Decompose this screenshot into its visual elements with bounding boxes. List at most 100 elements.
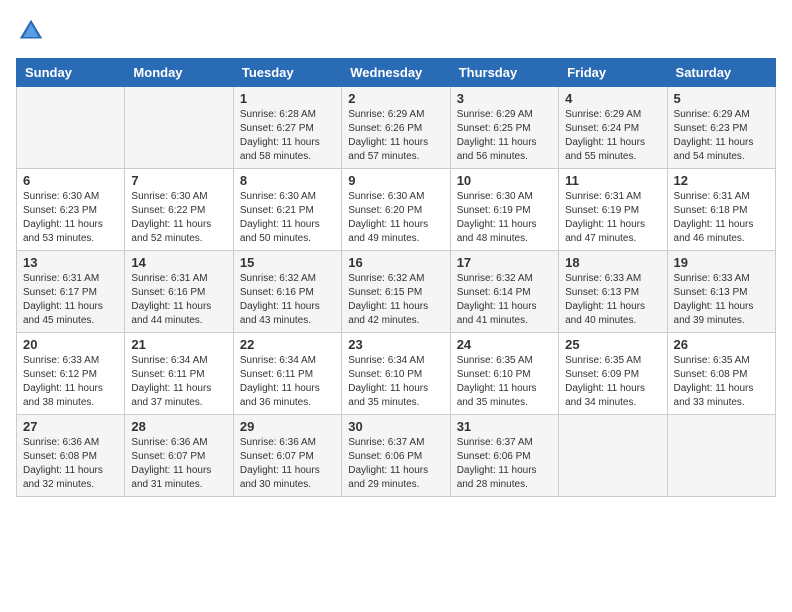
- day-info: Sunrise: 6:30 AM Sunset: 6:19 PM Dayligh…: [457, 190, 552, 246]
- calendar-cell: 19Sunrise: 6:33 AM Sunset: 6:13 PM Dayli…: [667, 251, 775, 333]
- day-info: Sunrise: 6:29 AM Sunset: 6:23 PM Dayligh…: [674, 108, 769, 164]
- day-info: Sunrise: 6:30 AM Sunset: 6:22 PM Dayligh…: [131, 190, 226, 246]
- day-info: Sunrise: 6:34 AM Sunset: 6:10 PM Dayligh…: [348, 354, 443, 410]
- day-info: Sunrise: 6:31 AM Sunset: 6:18 PM Dayligh…: [674, 190, 769, 246]
- day-number: 25: [565, 337, 660, 352]
- calendar-cell: 16 Sunrise: 6:32 AM Sunset: 6:15 PM Dayli…: [342, 251, 450, 333]
- calendar-cell: [667, 415, 775, 497]
- day-number: 4: [565, 91, 660, 106]
- day-info: Sunrise: 6:37 AM Sunset: 6:06 PM Dayligh…: [348, 436, 443, 492]
- day-info: Sunrise: 6:33 AM Sunset: 6:13 PM Dayligh…: [674, 272, 769, 328]
- day-number: 16: [348, 255, 443, 270]
- calendar-cell: [559, 415, 667, 497]
- day-info: Sunrise: 6:32 AM Sunset: 6:16 PM Dayligh…: [240, 272, 335, 328]
- day-number: 14: [131, 255, 226, 270]
- calendar-cell: [17, 87, 125, 169]
- page-header: [16, 16, 776, 46]
- calendar-cell: 7Sunrise: 6:30 AM Sunset: 6:22 PM Daylig…: [125, 169, 233, 251]
- day-info: Sunrise: 6:30 AM Sunset: 6:20 PM Dayligh…: [348, 190, 443, 246]
- day-number: 23: [348, 337, 443, 352]
- day-number: 18: [565, 255, 660, 270]
- calendar-cell: 28 Sunrise: 6:36 AM Sunset: 6:07 PM Dayli…: [125, 415, 233, 497]
- day-info: Sunrise: 6:31 AM Sunset: 6:19 PM Dayligh…: [565, 190, 660, 246]
- calendar-cell: 3 Sunrise: 6:29 AM Sunset: 6:25 PM Daylig…: [450, 87, 558, 169]
- day-number: 27: [23, 419, 118, 434]
- calendar-week-row: 13 Sunrise: 6:31 AM Sunset: 6:17 PM Dayli…: [17, 251, 776, 333]
- day-info: Sunrise: 6:35 AM Sunset: 6:09 PM Dayligh…: [565, 354, 660, 410]
- day-info: Sunrise: 6:29 AM Sunset: 6:26 PM Dayligh…: [348, 108, 443, 164]
- calendar-cell: 8Sunrise: 6:30 AM Sunset: 6:21 PM Daylig…: [233, 169, 341, 251]
- calendar-cell: 13 Sunrise: 6:31 AM Sunset: 6:17 PM Dayli…: [17, 251, 125, 333]
- day-info: Sunrise: 6:35 AM Sunset: 6:10 PM Dayligh…: [457, 354, 552, 410]
- calendar-cell: 15 Sunrise: 6:32 AM Sunset: 6:16 PM Dayli…: [233, 251, 341, 333]
- calendar-cell: 14 Sunrise: 6:31 AM Sunset: 6:16 PM Dayli…: [125, 251, 233, 333]
- calendar-cell: 2 Sunrise: 6:29 AM Sunset: 6:26 PM Daylig…: [342, 87, 450, 169]
- calendar-header-row: SundayMondayTuesdayWednesdayThursdayFrid…: [17, 59, 776, 87]
- calendar-cell: 20 Sunrise: 6:33 AM Sunset: 6:12 PM Dayli…: [17, 333, 125, 415]
- calendar-cell: 6Sunrise: 6:30 AM Sunset: 6:23 PM Daylig…: [17, 169, 125, 251]
- calendar-cell: 18 Sunrise: 6:33 AM Sunset: 6:13 PM Dayli…: [559, 251, 667, 333]
- day-number: 20: [23, 337, 118, 352]
- calendar-cell: 1Sunrise: 6:28 AM Sunset: 6:27 PM Daylig…: [233, 87, 341, 169]
- calendar-cell: 26Sunrise: 6:35 AM Sunset: 6:08 PM Dayli…: [667, 333, 775, 415]
- day-number: 8: [240, 173, 335, 188]
- day-number: 2: [348, 91, 443, 106]
- day-info: Sunrise: 6:37 AM Sunset: 6:06 PM Dayligh…: [457, 436, 552, 492]
- day-number: 26: [674, 337, 769, 352]
- calendar-cell: 25 Sunrise: 6:35 AM Sunset: 6:09 PM Dayli…: [559, 333, 667, 415]
- day-number: 15: [240, 255, 335, 270]
- day-info: Sunrise: 6:31 AM Sunset: 6:16 PM Dayligh…: [131, 272, 226, 328]
- weekday-header: Thursday: [450, 59, 558, 87]
- weekday-header: Tuesday: [233, 59, 341, 87]
- calendar-cell: 12 Sunrise: 6:31 AM Sunset: 6:18 PM Dayli…: [667, 169, 775, 251]
- day-number: 13: [23, 255, 118, 270]
- day-info: Sunrise: 6:29 AM Sunset: 6:24 PM Dayligh…: [565, 108, 660, 164]
- day-number: 1: [240, 91, 335, 106]
- calendar-cell: 9 Sunrise: 6:30 AM Sunset: 6:20 PM Daylig…: [342, 169, 450, 251]
- day-number: 3: [457, 91, 552, 106]
- day-info: Sunrise: 6:32 AM Sunset: 6:14 PM Dayligh…: [457, 272, 552, 328]
- day-info: Sunrise: 6:36 AM Sunset: 6:07 PM Dayligh…: [131, 436, 226, 492]
- day-number: 12: [674, 173, 769, 188]
- calendar-cell: 31 Sunrise: 6:37 AM Sunset: 6:06 PM Dayli…: [450, 415, 558, 497]
- day-number: 30: [348, 419, 443, 434]
- day-info: Sunrise: 6:34 AM Sunset: 6:11 PM Dayligh…: [240, 354, 335, 410]
- day-number: 11: [565, 173, 660, 188]
- day-number: 5: [674, 91, 769, 106]
- calendar-cell: 5 Sunrise: 6:29 AM Sunset: 6:23 PM Daylig…: [667, 87, 775, 169]
- day-info: Sunrise: 6:34 AM Sunset: 6:11 PM Dayligh…: [131, 354, 226, 410]
- calendar-week-row: 20 Sunrise: 6:33 AM Sunset: 6:12 PM Dayli…: [17, 333, 776, 415]
- day-info: Sunrise: 6:36 AM Sunset: 6:08 PM Dayligh…: [23, 436, 118, 492]
- calendar-week-row: 1Sunrise: 6:28 AM Sunset: 6:27 PM Daylig…: [17, 87, 776, 169]
- day-info: Sunrise: 6:33 AM Sunset: 6:13 PM Dayligh…: [565, 272, 660, 328]
- calendar-cell: 23 Sunrise: 6:34 AM Sunset: 6:10 PM Dayli…: [342, 333, 450, 415]
- calendar-cell: 17 Sunrise: 6:32 AM Sunset: 6:14 PM Dayli…: [450, 251, 558, 333]
- calendar-cell: 21 Sunrise: 6:34 AM Sunset: 6:11 PM Dayli…: [125, 333, 233, 415]
- day-number: 21: [131, 337, 226, 352]
- calendar-cell: 22 Sunrise: 6:34 AM Sunset: 6:11 PM Dayli…: [233, 333, 341, 415]
- day-number: 28: [131, 419, 226, 434]
- calendar-cell: 11 Sunrise: 6:31 AM Sunset: 6:19 PM Dayli…: [559, 169, 667, 251]
- calendar-week-row: 27 Sunrise: 6:36 AM Sunset: 6:08 PM Dayli…: [17, 415, 776, 497]
- day-info: Sunrise: 6:31 AM Sunset: 6:17 PM Dayligh…: [23, 272, 118, 328]
- calendar-cell: [125, 87, 233, 169]
- calendar-cell: 24Sunrise: 6:35 AM Sunset: 6:10 PM Dayli…: [450, 333, 558, 415]
- weekday-header: Monday: [125, 59, 233, 87]
- weekday-header: Sunday: [17, 59, 125, 87]
- calendar-cell: 27 Sunrise: 6:36 AM Sunset: 6:08 PM Dayli…: [17, 415, 125, 497]
- day-info: Sunrise: 6:33 AM Sunset: 6:12 PM Dayligh…: [23, 354, 118, 410]
- calendar-cell: 30 Sunrise: 6:37 AM Sunset: 6:06 PM Dayli…: [342, 415, 450, 497]
- day-info: Sunrise: 6:29 AM Sunset: 6:25 PM Dayligh…: [457, 108, 552, 164]
- weekday-header: Saturday: [667, 59, 775, 87]
- day-info: Sunrise: 6:36 AM Sunset: 6:07 PM Dayligh…: [240, 436, 335, 492]
- calendar-cell: 10Sunrise: 6:30 AM Sunset: 6:19 PM Dayli…: [450, 169, 558, 251]
- day-info: Sunrise: 6:32 AM Sunset: 6:15 PM Dayligh…: [348, 272, 443, 328]
- day-number: 9: [348, 173, 443, 188]
- day-number: 6: [23, 173, 118, 188]
- calendar-week-row: 6Sunrise: 6:30 AM Sunset: 6:23 PM Daylig…: [17, 169, 776, 251]
- day-number: 31: [457, 419, 552, 434]
- day-number: 22: [240, 337, 335, 352]
- weekday-header: Friday: [559, 59, 667, 87]
- day-number: 17: [457, 255, 552, 270]
- day-number: 29: [240, 419, 335, 434]
